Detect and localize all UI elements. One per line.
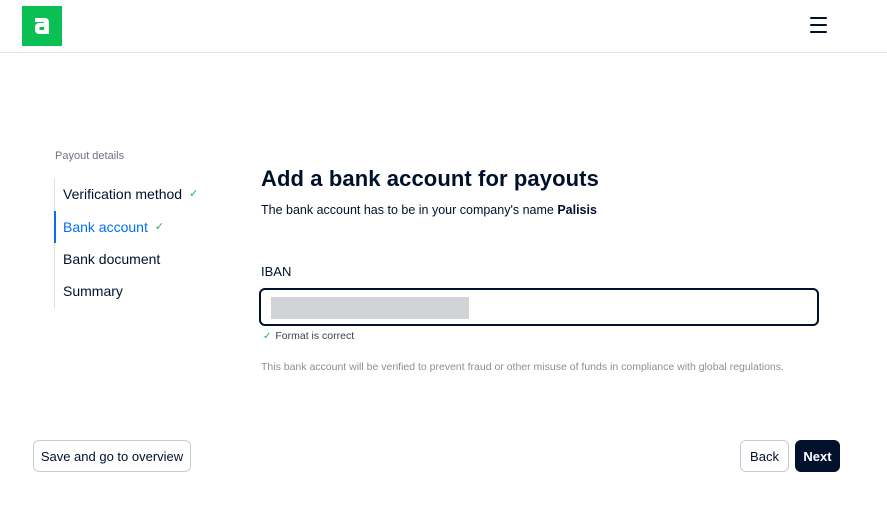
sidebar-item-label: Summary: [63, 283, 123, 299]
sidebar-heading: Payout details: [55, 150, 125, 162]
validation-text: Format is correct: [275, 330, 355, 342]
sidebar-item-label: Bank account: [63, 219, 148, 235]
iban-label: IBAN: [261, 264, 292, 279]
sidebar-item-label: Verification method: [63, 186, 183, 202]
page-subtitle: The bank account has to be in your compa…: [261, 203, 597, 217]
company-name: Palisis: [557, 203, 597, 217]
check-icon: ✓: [154, 220, 165, 233]
sidebar-item-bank-account[interactable]: Bank account ✓: [54, 211, 224, 243]
back-button[interactable]: Back: [740, 440, 789, 472]
hamburger-menu-icon[interactable]: [805, 13, 831, 37]
step-navigation: Verification method ✓ Bank account ✓ Ban…: [54, 178, 224, 308]
sidebar-item-summary[interactable]: Summary: [55, 275, 225, 307]
save-and-go-to-overview-button[interactable]: Save and go to overview: [33, 440, 191, 472]
adyen-logo-icon[interactable]: [22, 6, 62, 46]
page-title: Add a bank account for payouts: [261, 166, 599, 191]
top-bar: [0, 0, 887, 53]
validation-message: ✓ Format is correct: [263, 330, 354, 342]
sidebar-item-verification-method[interactable]: Verification method ✓: [55, 178, 225, 210]
iban-redacted-value: [271, 297, 469, 319]
sidebar-item-bank-document[interactable]: Bank document: [55, 243, 225, 275]
verification-disclaimer: This bank account will be verified to pr…: [261, 361, 784, 373]
next-button[interactable]: Next: [795, 440, 840, 472]
check-icon: ✓: [189, 187, 199, 200]
iban-input[interactable]: [259, 288, 819, 326]
check-icon: ✓: [263, 330, 272, 342]
sidebar-item-label: Bank document: [63, 251, 161, 267]
subtitle-text: The bank account has to be in your compa…: [261, 203, 558, 217]
